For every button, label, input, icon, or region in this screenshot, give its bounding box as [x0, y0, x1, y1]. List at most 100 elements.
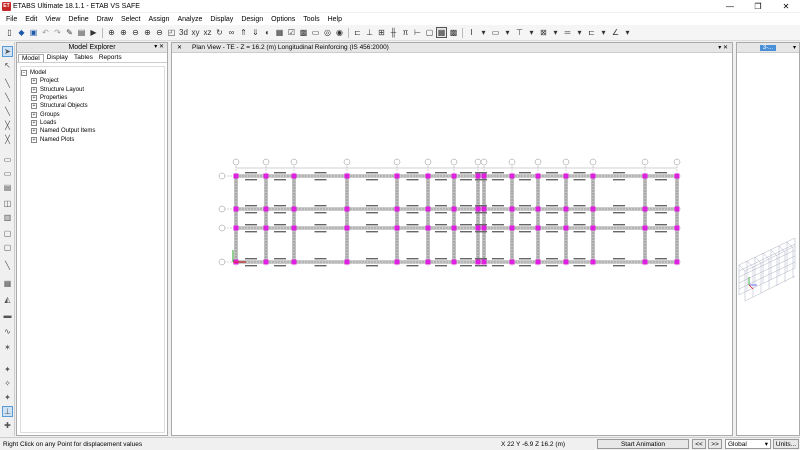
- menu-analyze[interactable]: Analyze: [173, 16, 206, 23]
- tree-node-structure-layout[interactable]: + Structure Layout: [21, 86, 164, 94]
- save-icon[interactable]: ▣: [28, 27, 39, 38]
- close-icon[interactable]: ✕: [177, 44, 182, 51]
- expand-icon[interactable]: +: [31, 119, 37, 126]
- perspective-icon[interactable]: ∞: [226, 27, 237, 38]
- select-all-icon[interactable]: ☑: [286, 27, 297, 38]
- display-options-icon[interactable]: ▦: [274, 27, 285, 38]
- select-icon[interactable]: ▩: [298, 27, 309, 38]
- text-icon[interactable]: I: [466, 27, 477, 38]
- plan-view-icon[interactable]: xy: [190, 27, 201, 38]
- chevron-down-icon[interactable]: ▾: [765, 440, 768, 448]
- dropdown-3-icon[interactable]: ▾: [550, 27, 561, 38]
- zoom-fit-icon[interactable]: ⊕: [142, 27, 153, 38]
- tab-model[interactable]: Model: [18, 53, 44, 62]
- menu-design[interactable]: Design: [237, 16, 267, 23]
- snap-line-icon[interactable]: ✚: [2, 420, 13, 431]
- tab-display[interactable]: Display: [44, 54, 71, 61]
- close-button[interactable]: ✕: [772, 0, 800, 12]
- draw-slab-icon[interactable]: ▤: [2, 182, 13, 193]
- tree-node-project[interactable]: + Project: [21, 77, 164, 85]
- assign-icon[interactable]: ◎: [322, 27, 333, 38]
- dropdown-5-icon[interactable]: ▾: [598, 27, 609, 38]
- redo-icon[interactable]: ↷: [52, 27, 63, 38]
- previous-step-button[interactable]: <<: [692, 439, 706, 449]
- dropdown-4-icon[interactable]: ▾: [574, 27, 585, 38]
- draw-line-icon[interactable]: ∠: [610, 27, 621, 38]
- lock-icon[interactable]: ▤: [76, 27, 87, 38]
- brace-icon[interactable]: ⊞: [376, 27, 387, 38]
- expand-icon[interactable]: +: [31, 128, 37, 135]
- restore-button[interactable]: ❐: [744, 0, 772, 12]
- grid-toggle-icon[interactable]: ▦: [436, 27, 447, 38]
- tree-node-named-output-items[interactable]: + Named Output Items: [21, 127, 164, 135]
- snap-point-icon[interactable]: ✶: [2, 342, 13, 353]
- expand-icon[interactable]: +: [31, 78, 37, 85]
- building-3d-model[interactable]: [737, 53, 799, 435]
- snap-icon[interactable]: ▾: [502, 27, 513, 38]
- draw-section-cut-icon[interactable]: ◭: [2, 294, 13, 305]
- undo-icon[interactable]: ↶: [40, 27, 51, 38]
- zoom-in-icon[interactable]: ⊕: [118, 27, 129, 38]
- draw-column-icon[interactable]: ╳: [2, 134, 13, 145]
- move-up-icon[interactable]: ⇑: [238, 27, 249, 38]
- draw-brace-icon[interactable]: ╳: [2, 120, 13, 131]
- menu-select[interactable]: Select: [117, 16, 144, 23]
- menu-display[interactable]: Display: [206, 16, 237, 23]
- run-analysis-icon[interactable]: ▶: [88, 27, 99, 38]
- panel-controls[interactable]: ▾ ✕: [718, 44, 728, 51]
- tree-node-loads[interactable]: + Loads: [21, 119, 164, 127]
- tab-3d-view[interactable]: 3-...: [759, 44, 777, 51]
- frame-icon[interactable]: ⊏: [352, 27, 363, 38]
- tree-node-structural-objects[interactable]: + Structural Objects: [21, 102, 164, 110]
- zoom-previous-icon[interactable]: ⊖: [154, 27, 165, 38]
- show-deformed-icon[interactable]: ◉: [334, 27, 345, 38]
- draw-beam-icon[interactable]: ╲: [2, 106, 13, 117]
- wall-icon[interactable]: π: [400, 27, 411, 38]
- column-icon[interactable]: ╫: [388, 27, 399, 38]
- menu-define[interactable]: Define: [64, 16, 92, 23]
- object-shrink-icon[interactable]: ◐: [262, 27, 273, 38]
- menu-edit[interactable]: Edit: [21, 16, 41, 23]
- expand-icon[interactable]: +: [31, 86, 37, 93]
- menu-view[interactable]: View: [41, 16, 64, 23]
- tee-icon[interactable]: ⊤: [514, 27, 525, 38]
- start-animation-button[interactable]: Start Animation: [597, 439, 689, 449]
- insertion-icon[interactable]: ⊠: [538, 27, 549, 38]
- draw-frame-icon[interactable]: ╲: [2, 92, 13, 103]
- view-3d-icon[interactable]: 3d: [178, 27, 189, 38]
- pan-icon[interactable]: ◰: [166, 27, 177, 38]
- elevation-view-icon[interactable]: xz: [202, 27, 213, 38]
- snap-mid-icon[interactable]: ✧: [2, 378, 13, 389]
- wireframe-icon[interactable]: ▩: [448, 27, 459, 38]
- clear-selection-icon[interactable]: ▭: [310, 27, 321, 38]
- dropdown-2-icon[interactable]: ▾: [526, 27, 537, 38]
- coordinate-system-select[interactable]: Global ▾: [725, 439, 771, 449]
- panel-controls[interactable]: ▾ ✕: [154, 43, 164, 50]
- tab-tables[interactable]: Tables: [71, 54, 96, 61]
- slab-icon[interactable]: ⊢: [412, 27, 423, 38]
- next-step-button[interactable]: >>: [708, 439, 722, 449]
- draw-link-icon[interactable]: ╲: [2, 260, 13, 271]
- reshape-icon[interactable]: ↖: [2, 60, 13, 71]
- tree-node-named-plots[interactable]: + Named Plots: [21, 135, 164, 143]
- draw-tendon-icon[interactable]: ∿: [2, 326, 13, 337]
- snap-end-icon[interactable]: ✦: [2, 364, 13, 375]
- tab-reports[interactable]: Reports: [96, 54, 125, 61]
- snap-intersection-icon[interactable]: ✦: [2, 392, 13, 403]
- panel-controls[interactable]: ▾: [793, 44, 796, 51]
- pencil-icon[interactable]: ✎: [64, 27, 75, 38]
- dropdown-6-icon[interactable]: ▾: [622, 27, 633, 38]
- snap-perpendicular-icon[interactable]: ⊥: [2, 406, 13, 417]
- pointer-icon[interactable]: ➤: [2, 46, 13, 57]
- units-button[interactable]: Units...: [773, 439, 799, 449]
- new-model-icon[interactable]: ▯: [4, 27, 15, 38]
- collapse-icon[interactable]: −: [21, 70, 27, 77]
- tree-node-model[interactable]: − Model: [21, 69, 164, 77]
- dimension-icon[interactable]: ▭: [490, 27, 501, 38]
- menu-draw[interactable]: Draw: [93, 16, 117, 23]
- expand-icon[interactable]: +: [31, 103, 37, 110]
- structural-plan-drawing[interactable]: [172, 54, 732, 435]
- menu-tools[interactable]: Tools: [299, 16, 323, 23]
- draw-joint-icon[interactable]: ╲: [2, 78, 13, 89]
- move-down-icon[interactable]: ⇓: [250, 27, 261, 38]
